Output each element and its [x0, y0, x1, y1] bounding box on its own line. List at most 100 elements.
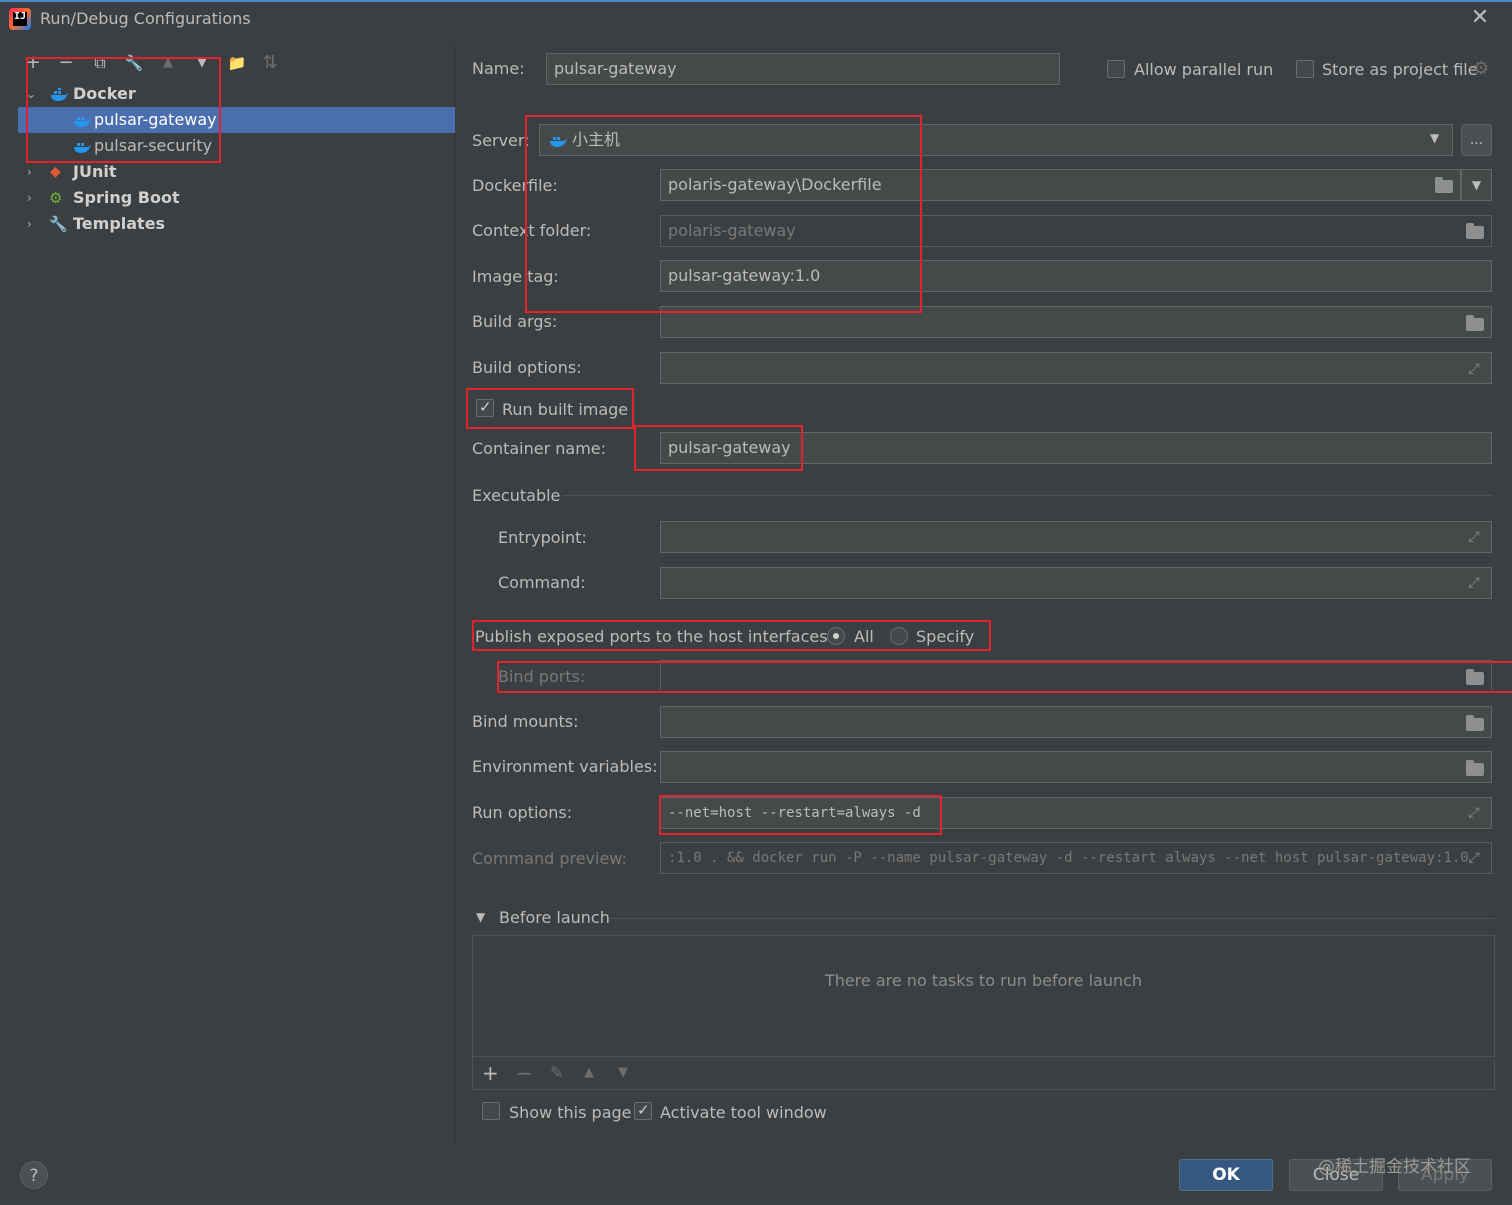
spring-boot-icon: ⚙	[49, 189, 63, 207]
new-folder-icon[interactable]: 📁	[226, 52, 248, 74]
name-label: Name:	[472, 59, 525, 78]
folder-icon[interactable]	[1466, 315, 1484, 331]
section-divider	[562, 495, 1492, 496]
docker-icon	[74, 117, 91, 127]
bind-mounts-label: Bind mounts:	[472, 712, 579, 731]
context-folder-label: Context folder:	[472, 221, 592, 240]
build-options-label: Build options:	[472, 358, 582, 377]
docker-icon	[51, 88, 68, 101]
env-vars-label: Environment variables:	[472, 757, 658, 776]
entrypoint-field[interactable]	[660, 521, 1492, 553]
move-task-down-icon[interactable]: ▼	[618, 1065, 628, 1080]
before-launch-empty-text: There are no tasks to run before launch	[824, 971, 1143, 990]
add-config-icon[interactable]: +	[22, 52, 44, 74]
tree-label-templates: Templates	[73, 214, 166, 233]
store-project-checkbox[interactable]	[1296, 60, 1314, 78]
show-page-checkbox[interactable]	[482, 1102, 500, 1120]
folder-icon[interactable]	[1466, 669, 1484, 685]
expand-icon[interactable]: ⤢	[1466, 850, 1482, 866]
chevron-right-icon: ›	[27, 191, 32, 205]
expand-icon[interactable]: ⤢	[1466, 361, 1482, 377]
remove-task-icon[interactable]: −	[516, 1061, 533, 1085]
store-project-label: Store as project file	[1322, 60, 1478, 79]
junit-icon: ◆	[50, 164, 61, 180]
close-window-icon[interactable]: ✕	[1468, 6, 1492, 30]
edit-defaults-icon[interactable]: 🔧	[123, 52, 145, 74]
publish-all-label: All	[854, 627, 874, 646]
build-options-field[interactable]	[660, 352, 1492, 384]
chevron-right-icon: ›	[27, 217, 32, 231]
watermark-text: @稀土掘金技术社区	[1318, 1157, 1471, 1177]
expand-icon[interactable]: ⤢	[1466, 805, 1482, 821]
remove-config-icon[interactable]: −	[55, 52, 77, 74]
run-built-image-label: Run built image	[502, 400, 629, 419]
tree-item-junit[interactable]: › ◆ JUnit	[18, 159, 455, 185]
tree-label-junit: JUnit	[73, 162, 117, 181]
tree-item-spring-boot[interactable]: › ⚙ Spring Boot	[18, 185, 455, 211]
ok-button[interactable]: OK	[1179, 1159, 1273, 1191]
command-preview-field: :1.0 . && docker run -P --name pulsar-ga…	[660, 842, 1492, 874]
entrypoint-label: Entrypoint:	[498, 528, 587, 547]
tree-item-pulsar-security[interactable]: pulsar-security	[18, 133, 455, 159]
sort-icon[interactable]: ⇅	[259, 52, 281, 74]
tree-item-pulsar-gateway[interactable]: pulsar-gateway	[18, 107, 455, 133]
run-built-image-checkbox[interactable]	[476, 398, 494, 417]
bind-ports-label: Bind ports:	[498, 667, 586, 686]
expand-icon[interactable]: ⤢	[1466, 575, 1482, 591]
context-folder-field[interactable]: polaris-gateway	[660, 215, 1492, 247]
executable-section-title: Executable	[472, 486, 561, 505]
build-args-field[interactable]	[660, 306, 1492, 338]
publish-ports-label: Publish exposed ports to the host interf…	[475, 627, 833, 646]
allow-parallel-label: Allow parallel run	[1134, 60, 1274, 79]
container-name-label: Container name:	[472, 439, 607, 458]
window-title: Run/Debug Configurations	[40, 9, 251, 28]
server-select[interactable]: 小主机	[539, 124, 1453, 156]
folder-icon[interactable]	[1435, 177, 1453, 193]
dockerfile-field[interactable]: polaris-gateway\Dockerfile	[660, 169, 1461, 201]
bind-mounts-field[interactable]	[660, 706, 1492, 738]
add-task-icon[interactable]: +	[482, 1061, 499, 1085]
copy-config-icon[interactable]: ⧉	[89, 52, 111, 74]
folder-icon[interactable]	[1466, 715, 1484, 731]
publish-specify-label: Specify	[916, 627, 975, 646]
tree-label-docker: Docker	[73, 84, 136, 103]
bind-ports-field[interactable]	[660, 660, 1492, 692]
settings-gear-icon[interactable]: ⚙	[1473, 58, 1489, 79]
activate-tool-window-label: Activate tool window	[660, 1103, 827, 1122]
image-tag-label: Image tag:	[472, 267, 559, 286]
tree-item-docker[interactable]: ⌄ Docker	[18, 81, 455, 107]
run-options-label: Run options:	[472, 803, 573, 822]
run-options-field[interactable]: --net=host --restart=always -d	[660, 797, 1492, 829]
command-field[interactable]	[660, 567, 1492, 599]
before-launch-title[interactable]: Before launch	[499, 908, 610, 927]
folder-icon[interactable]	[1466, 223, 1484, 239]
env-vars-field[interactable]	[660, 751, 1492, 783]
name-field[interactable]: pulsar-gateway	[546, 53, 1060, 85]
chevron-right-icon: ›	[27, 165, 32, 179]
image-tag-field[interactable]: pulsar-gateway:1.0	[660, 260, 1492, 292]
command-preview-label: Command preview:	[472, 849, 627, 868]
move-task-up-icon[interactable]: ▲	[584, 1065, 594, 1080]
expand-icon[interactable]: ⤢	[1466, 529, 1482, 545]
allow-parallel-checkbox[interactable]	[1107, 60, 1125, 78]
collapse-triangle-icon[interactable]: ▼	[476, 910, 485, 924]
move-up-icon[interactable]: ▲	[157, 52, 179, 74]
container-name-field[interactable]: pulsar-gateway	[660, 432, 1492, 464]
build-args-label: Build args:	[472, 312, 558, 331]
publish-specify-radio[interactable]	[890, 627, 908, 645]
help-button[interactable]: ?	[20, 1161, 48, 1189]
dockerfile-label: Dockerfile:	[472, 176, 558, 195]
server-more-button[interactable]: ...	[1461, 124, 1492, 156]
dockerfile-dropdown-button[interactable]: ▼	[1461, 169, 1492, 201]
edit-task-icon[interactable]: ✎	[550, 1063, 563, 1082]
wrench-icon: 🔧	[49, 215, 68, 233]
chevron-down-icon: ⌄	[26, 87, 37, 101]
tree-item-templates[interactable]: › 🔧 Templates	[18, 211, 455, 237]
chevron-down-icon[interactable]: ▼	[1430, 131, 1439, 145]
docker-icon	[550, 137, 567, 147]
command-label: Command:	[498, 573, 586, 592]
folder-icon[interactable]	[1466, 760, 1484, 776]
activate-tool-window-checkbox[interactable]	[634, 1101, 652, 1120]
move-down-icon[interactable]: ▼	[191, 52, 213, 74]
publish-all-radio[interactable]	[827, 627, 845, 645]
